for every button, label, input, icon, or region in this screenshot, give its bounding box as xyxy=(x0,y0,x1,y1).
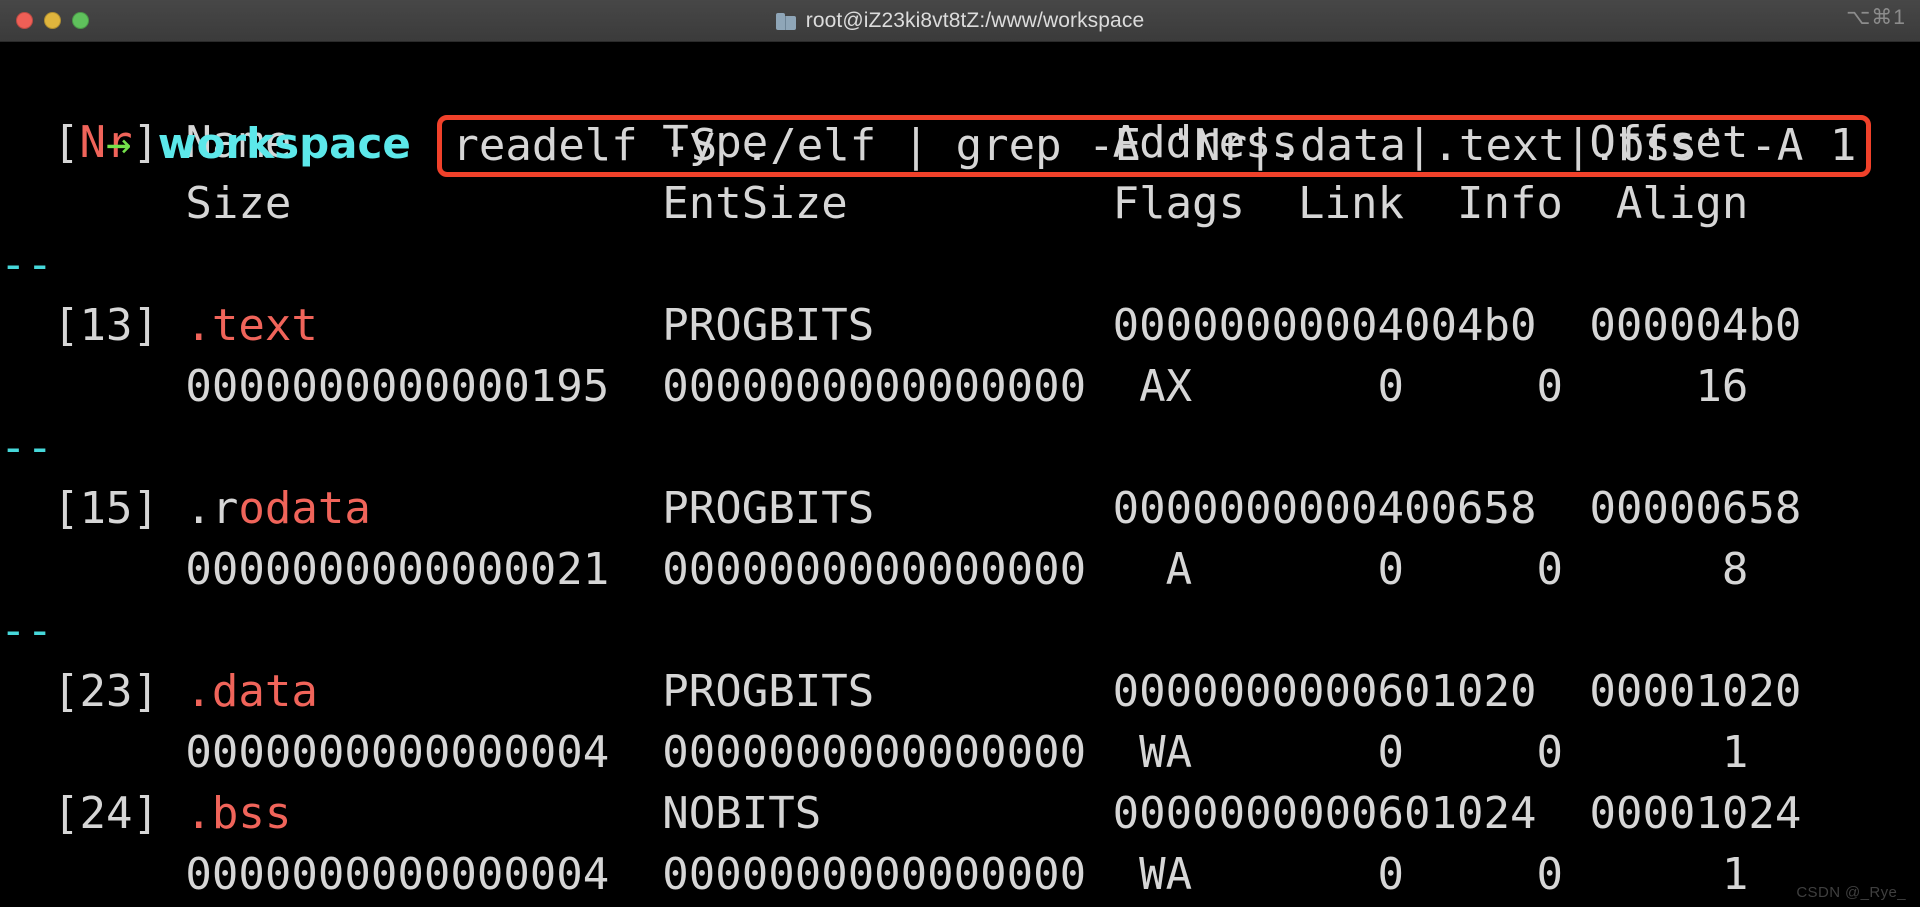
section-address: 0000000000601024 xyxy=(1112,788,1537,839)
section-type-padding xyxy=(874,300,1112,351)
section-rows-container: -- [13] .text PROGBITS 00000000004004b0 … xyxy=(0,234,1920,905)
grep-group-separator: -- xyxy=(0,417,1920,478)
section-link: 0 xyxy=(1192,727,1405,778)
section-link: 0 xyxy=(1192,361,1405,412)
window-title-group: root@iZ23ki8vt8tZ:/www/workspace xyxy=(0,0,1920,42)
section-name-padding xyxy=(318,300,662,351)
keyboard-shortcut-hint: ⌥⌘1 xyxy=(1846,6,1906,29)
grep-group-separator: -- xyxy=(0,234,1920,295)
maximize-button[interactable] xyxy=(72,12,89,29)
section-type: NOBITS xyxy=(662,788,822,839)
section-type: PROGBITS xyxy=(662,300,875,351)
section-size: 0000000000000004 xyxy=(0,727,610,778)
section-header-row: [23] .data PROGBITS 0000000000601020 000… xyxy=(0,661,1920,722)
section-flags: WA xyxy=(1086,849,1193,900)
section-index: [23] xyxy=(0,666,186,717)
prompt-cwd: workspace xyxy=(157,119,411,168)
window-controls xyxy=(16,12,89,29)
output-header-row-2: Size EntSize Flags Link Info Align xyxy=(0,178,1749,229)
section-entsize: 0000000000000000 xyxy=(609,361,1087,412)
separator-dashes: -- xyxy=(0,239,53,290)
section-name-match: .text xyxy=(185,300,318,351)
window-titlebar: root@iZ23ki8vt8tZ:/www/workspace ⌥⌘1 xyxy=(0,0,1920,42)
section-type-padding xyxy=(874,666,1112,717)
section-detail-row: 0000000000000195 0000000000000000 AX 0 0… xyxy=(0,356,1920,417)
section-address: 0000000000601020 xyxy=(1112,666,1537,717)
section-info: 0 xyxy=(1404,361,1563,412)
close-button[interactable] xyxy=(16,12,33,29)
section-name-match: .data xyxy=(185,666,318,717)
watermark: CSDN @_Rye_ xyxy=(1796,884,1906,901)
section-name-padding xyxy=(318,666,662,717)
grep-group-separator: -- xyxy=(0,600,1920,661)
section-size: 0000000000000195 xyxy=(0,361,610,412)
section-name-padding xyxy=(371,483,662,534)
folder-icon xyxy=(775,12,796,30)
section-address: 00000000004004b0 xyxy=(1112,300,1537,351)
terminal-output-area[interactable]: → workspace readelf -S ./elf | grep -E '… xyxy=(0,42,1920,907)
command-input-highlight[interactable]: readelf -S ./elf | grep -E 'Nr|.data|.te… xyxy=(437,115,1872,177)
section-address: 0000000000400658 xyxy=(1112,483,1537,534)
section-header-row: [24] .bss NOBITS 0000000000601024 000010… xyxy=(0,783,1920,844)
section-name-match: .bss xyxy=(185,788,292,839)
section-index: [15] xyxy=(0,483,186,534)
section-index: [24] xyxy=(0,788,186,839)
section-name-match: odata xyxy=(238,483,371,534)
section-offset: 00001020 xyxy=(1536,666,1802,717)
section-detail-row: 0000000000000004 0000000000000000 WA 0 0… xyxy=(0,722,1920,783)
separator-dashes: -- xyxy=(0,422,53,473)
section-entsize: 0000000000000000 xyxy=(609,727,1087,778)
section-align: 1 xyxy=(1562,727,1749,778)
section-name-plain: .r xyxy=(185,483,239,534)
section-align: 8 xyxy=(1562,544,1749,595)
section-size: 0000000000000004 xyxy=(0,849,610,900)
section-link: 0 xyxy=(1192,849,1405,900)
section-header-row: [15] .rodata PROGBITS 0000000000400658 0… xyxy=(0,478,1920,539)
section-offset: 00000658 xyxy=(1536,483,1802,534)
section-link: 0 xyxy=(1192,544,1405,595)
section-entsize: 0000000000000000 xyxy=(609,544,1087,595)
section-offset: 00001024 xyxy=(1536,788,1802,839)
section-flags: WA xyxy=(1086,727,1193,778)
separator-dashes: -- xyxy=(0,605,53,656)
section-info: 0 xyxy=(1404,727,1563,778)
section-offset: 000004b0 xyxy=(1536,300,1802,351)
section-type: PROGBITS xyxy=(662,483,875,534)
section-size: 0000000000000021 xyxy=(0,544,610,595)
section-info: 0 xyxy=(1404,849,1563,900)
section-index: [13] xyxy=(0,300,186,351)
section-flags: A xyxy=(1086,544,1193,595)
section-type: PROGBITS xyxy=(662,666,875,717)
section-detail-row: 0000000000000021 0000000000000000 A 0 0 … xyxy=(0,539,1920,600)
shell-prompt-line: → workspace readelf -S ./elf | grep -E '… xyxy=(0,48,1920,177)
section-type-padding xyxy=(874,483,1112,534)
section-info: 0 xyxy=(1404,544,1563,595)
section-type-padding xyxy=(821,788,1112,839)
prompt-arrow-icon: → xyxy=(105,119,132,168)
minimize-button[interactable] xyxy=(44,12,61,29)
section-header-row: [13] .text PROGBITS 00000000004004b0 000… xyxy=(0,295,1920,356)
section-flags: AX xyxy=(1086,361,1193,412)
section-name-padding xyxy=(291,788,662,839)
window-title: root@iZ23ki8vt8tZ:/www/workspace xyxy=(805,9,1145,32)
section-entsize: 0000000000000000 xyxy=(609,849,1087,900)
section-detail-row: 0000000000000004 0000000000000000 WA 0 0… xyxy=(0,844,1920,905)
section-align: 1 xyxy=(1562,849,1749,900)
section-align: 16 xyxy=(1562,361,1749,412)
